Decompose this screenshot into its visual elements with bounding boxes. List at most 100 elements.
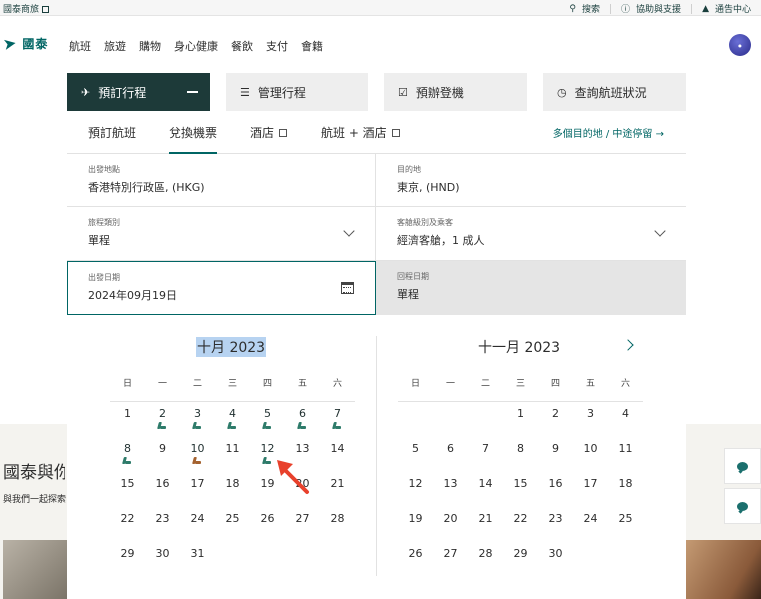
tab-book-trip[interactable]: ✈ 預訂行程 xyxy=(67,73,210,111)
cathay-shop-link[interactable]: 國泰商旅 xyxy=(3,2,50,15)
cabin-passenger-select[interactable]: 客艙級別及乘客 經濟客艙，1 成人 xyxy=(376,207,686,261)
day-number: 31 xyxy=(190,547,205,560)
seat-available-icon xyxy=(228,422,236,429)
calendar-day[interactable]: 18 xyxy=(608,472,643,507)
avatar[interactable]: ● xyxy=(729,34,751,56)
calendar-day[interactable]: 29 xyxy=(110,542,145,577)
calendar-day[interactable]: 28 xyxy=(468,542,503,577)
nav-item-travel[interactable]: 旅遊 xyxy=(104,38,126,54)
calendar-day[interactable]: 6 xyxy=(433,437,468,472)
help-label: 協助與支援 xyxy=(636,5,682,15)
calendar-day[interactable]: 8 xyxy=(503,437,538,472)
background-subheading: 與我們一起探索 xyxy=(3,495,67,505)
calendar-day[interactable]: 21 xyxy=(468,507,503,542)
calendar-day[interactable]: 19 xyxy=(398,507,433,542)
calendar-day[interactable]: 5 xyxy=(250,402,285,437)
calendar-day[interactable]: 17 xyxy=(180,472,215,507)
next-month-arrow-icon[interactable] xyxy=(622,339,634,351)
day-number: 3 xyxy=(194,407,201,420)
origin-field[interactable]: 出發地點 香港特別行政區, (HKG) xyxy=(67,154,376,207)
day-number: 8 xyxy=(517,442,524,455)
calendar-day[interactable]: 23 xyxy=(538,507,573,542)
calendar-day[interactable]: 26 xyxy=(250,507,285,542)
help-link[interactable]: ⓘ 協助與支援 xyxy=(621,2,681,15)
trip-type-select[interactable]: 旅程類別 單程 xyxy=(67,207,376,261)
weekday-header: 日 xyxy=(398,378,433,402)
day-number: 1 xyxy=(124,407,131,420)
calendar-day[interactable]: 21 xyxy=(320,472,355,507)
search-link[interactable]: ⚲ 搜索 xyxy=(569,2,600,16)
message-button[interactable] xyxy=(724,488,761,524)
calendar-day[interactable]: 6 xyxy=(285,402,320,437)
calendar-day[interactable]: 17 xyxy=(573,472,608,507)
calendar-day[interactable]: 23 xyxy=(145,507,180,542)
calendar-day[interactable]: 25 xyxy=(608,507,643,542)
cathay-logo[interactable]: ➤ 國泰 xyxy=(1,33,48,54)
subtab-book-flights[interactable]: 預訂航班 xyxy=(88,124,136,141)
tab-check-in[interactable]: ☑ 預辦登機 xyxy=(384,73,527,111)
calendar-day[interactable]: 5 xyxy=(398,437,433,472)
nav-item-dining[interactable]: 餐飲 xyxy=(231,38,253,54)
chat-button[interactable] xyxy=(724,448,761,484)
calendar-day[interactable]: 24 xyxy=(180,507,215,542)
calendar-day[interactable]: 7 xyxy=(468,437,503,472)
calendar-day[interactable]: 15 xyxy=(503,472,538,507)
nav-item-payment[interactable]: 支付 xyxy=(266,38,288,54)
calendar-day[interactable]: 27 xyxy=(433,542,468,577)
calendar-day[interactable]: 28 xyxy=(320,507,355,542)
day-number: 19 xyxy=(408,512,423,525)
calendar-day[interactable]: 3 xyxy=(180,402,215,437)
calendar-day[interactable]: 27 xyxy=(285,507,320,542)
calendar-day[interactable]: 16 xyxy=(538,472,573,507)
calendar-day[interactable]: 14 xyxy=(468,472,503,507)
calendar-day[interactable]: 13 xyxy=(433,472,468,507)
calendar-day[interactable]: 2 xyxy=(538,402,573,437)
calendar-day[interactable]: 9 xyxy=(538,437,573,472)
calendar-day[interactable]: 9 xyxy=(145,437,180,472)
calendar-day[interactable]: 18 xyxy=(215,472,250,507)
calendar-day[interactable]: 14 xyxy=(320,437,355,472)
multi-city-link[interactable]: 多個目的地 / 中途停留 → xyxy=(553,125,664,140)
seat-available-icon xyxy=(298,422,306,429)
nav-item-flights[interactable]: 航班 xyxy=(69,38,91,54)
calendar-day[interactable]: 11 xyxy=(608,437,643,472)
origin-value: 香港特別行政區, (HKG) xyxy=(88,181,205,194)
destination-field[interactable]: 目的地 東京, (HND) xyxy=(376,154,686,207)
calendar-day[interactable]: 1 xyxy=(110,402,145,437)
calendar-icon xyxy=(341,282,354,294)
calendar-day[interactable]: 20 xyxy=(433,507,468,542)
subtab-hotel[interactable]: 酒店 xyxy=(250,124,288,141)
calendar-day[interactable]: 4 xyxy=(215,402,250,437)
collapse-icon[interactable] xyxy=(187,91,198,93)
nav-item-wellness[interactable]: 身心健康 xyxy=(174,38,218,54)
calendar-day[interactable]: 30 xyxy=(538,542,573,577)
nav-item-shopping[interactable]: 購物 xyxy=(139,38,161,54)
calendar-day[interactable]: 25 xyxy=(215,507,250,542)
calendar-day[interactable]: 31 xyxy=(180,542,215,577)
calendar-day[interactable]: 7 xyxy=(320,402,355,437)
calendar-day[interactable]: 12 xyxy=(398,472,433,507)
calendar-day[interactable]: 16 xyxy=(145,472,180,507)
nav-item-membership[interactable]: 會籍 xyxy=(301,38,323,54)
calendar-day[interactable]: 26 xyxy=(398,542,433,577)
calendar-day[interactable]: 10 xyxy=(180,437,215,472)
departure-date-field[interactable]: 出發日期 2024年09月19日 xyxy=(67,261,376,315)
tab-flight-status[interactable]: ◷ 查詢航班狀況 xyxy=(543,73,686,111)
calendar-day[interactable]: 1 xyxy=(503,402,538,437)
calendar-day[interactable]: 30 xyxy=(145,542,180,577)
notice-link[interactable]: ▲ 通告中心 xyxy=(702,2,751,16)
calendar-day[interactable]: 29 xyxy=(503,542,538,577)
subtab-redeem[interactable]: 兌換機票 xyxy=(169,124,218,154)
calendar-day[interactable]: 2 xyxy=(145,402,180,437)
tab-manage-trip[interactable]: ☰ 管理行程 xyxy=(226,73,368,111)
calendar-day[interactable]: 10 xyxy=(573,437,608,472)
calendar-day[interactable]: 22 xyxy=(110,507,145,542)
calendar-day[interactable]: 4 xyxy=(608,402,643,437)
calendar-day[interactable]: 24 xyxy=(573,507,608,542)
calendar-day[interactable]: 15 xyxy=(110,472,145,507)
calendar-day[interactable]: 11 xyxy=(215,437,250,472)
subtab-flight-hotel[interactable]: 航班 + 酒店 xyxy=(321,124,400,141)
calendar-day[interactable]: 8 xyxy=(110,437,145,472)
calendar-day[interactable]: 3 xyxy=(573,402,608,437)
calendar-day[interactable]: 22 xyxy=(503,507,538,542)
